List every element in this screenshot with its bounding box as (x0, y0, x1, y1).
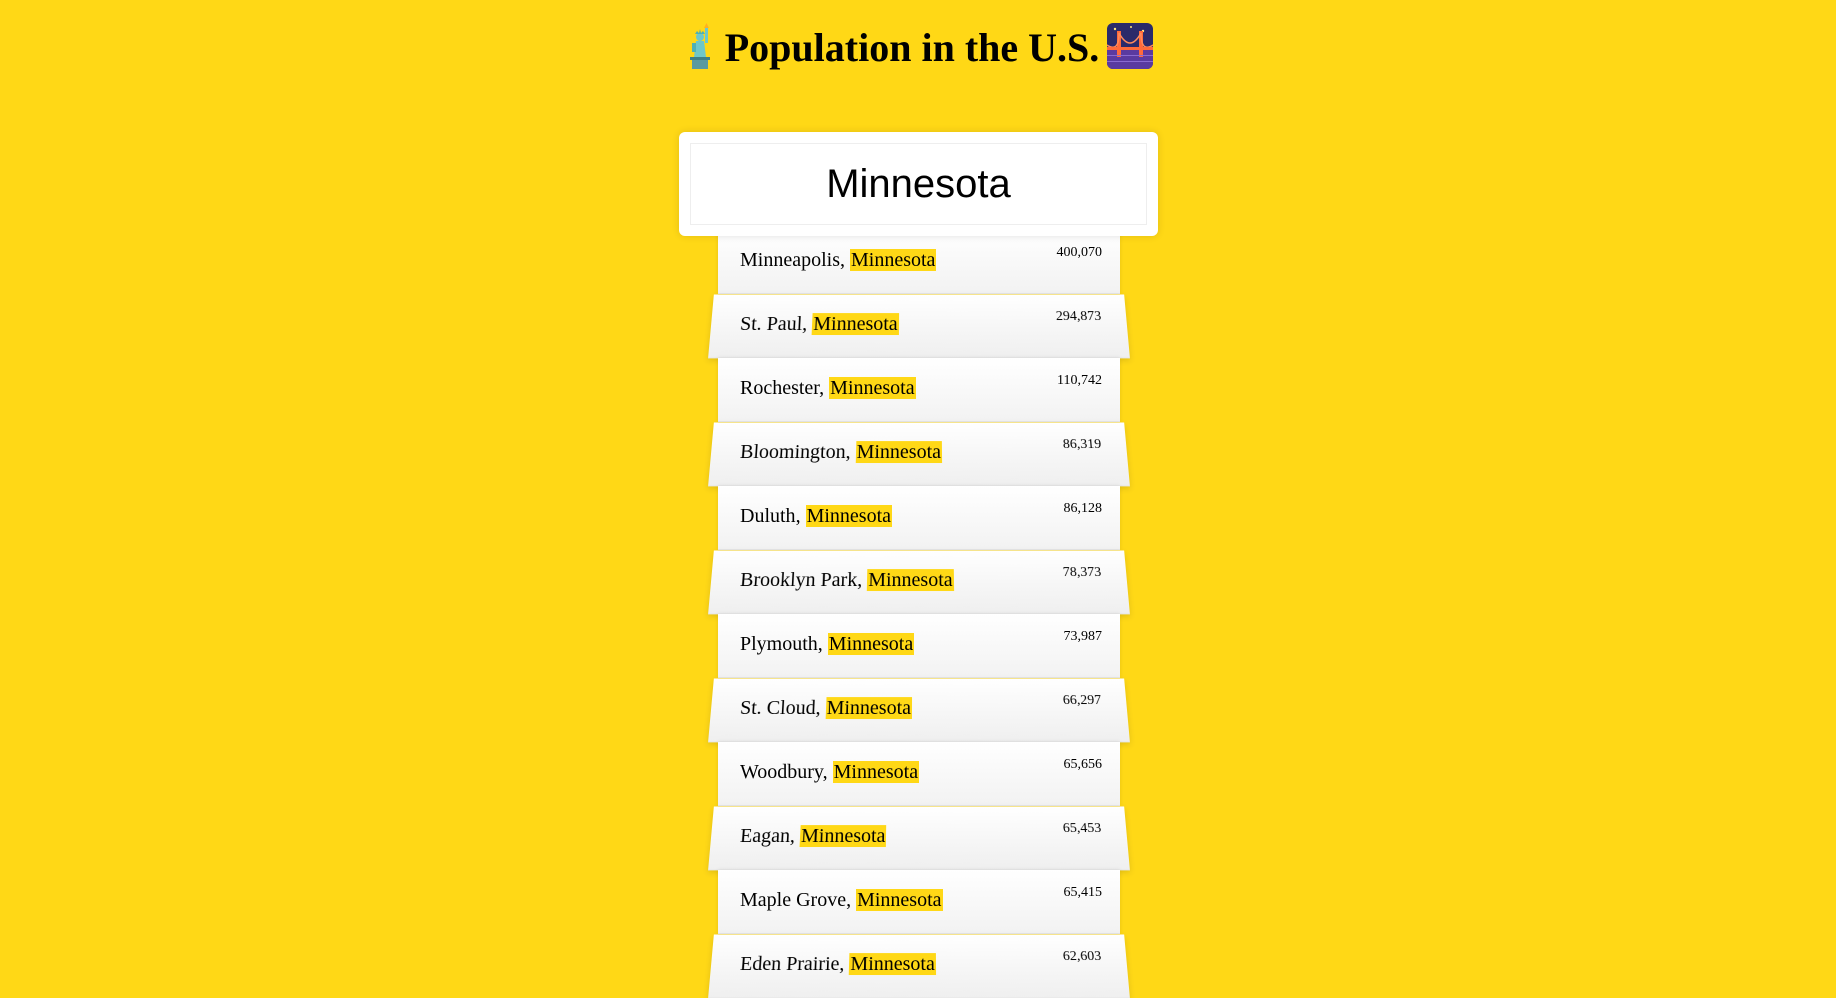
state-highlight: Minnesota (829, 377, 916, 399)
city-name: Eden Prairie (739, 953, 840, 976)
statue-of-liberty-icon (689, 23, 710, 69)
state-highlight: Minnesota (827, 633, 915, 655)
state-highlight: Minnesota (805, 505, 892, 527)
city-name: Woodbury (740, 761, 823, 783)
title-text: Population in the U.S. (724, 25, 1100, 70)
city-name: Bloomington (739, 441, 846, 464)
city-name: Brooklyn Park (739, 569, 858, 592)
population-value: 86,128 (1063, 501, 1103, 516)
population-value: 400,070 (1056, 245, 1103, 260)
city-state-label: Duluth, Minnesota (740, 505, 892, 527)
suggestion-item[interactable]: Rochester, Minnesota 110,742 (718, 358, 1120, 422)
city-state-label: Woodbury, Minnesota (740, 761, 920, 783)
suggestion-item[interactable]: Bloomington, Minnesota 86,319 (708, 422, 1130, 487)
city-state-label: Brooklyn Park, Minnesota (739, 569, 954, 592)
suggestion-item[interactable]: Duluth, Minnesota 86,128 (718, 486, 1120, 550)
population-value: 65,656 (1063, 757, 1103, 772)
state-highlight: Minnesota (849, 953, 936, 976)
population-value: 66,297 (1062, 693, 1102, 709)
state-highlight: Minnesota (856, 889, 943, 911)
suggestion-item[interactable]: Eden Prairie, Minnesota 62,603 (708, 934, 1130, 998)
city-state-label: Minneapolis, Minnesota (740, 249, 937, 271)
population-value: 294,873 (1055, 309, 1102, 325)
city-state-label: Maple Grove, Minnesota (740, 889, 943, 911)
state-highlight: Minnesota (850, 249, 937, 271)
city-state-label: Plymouth, Minnesota (740, 633, 915, 655)
population-value: 73,987 (1063, 629, 1103, 644)
suggestion-item[interactable]: Maple Grove, Minnesota 65,415 (718, 870, 1120, 934)
suggestion-item[interactable]: St. Paul, Minnesota 294,873 (708, 294, 1130, 359)
city-state-label: St. Cloud, Minnesota (739, 697, 913, 720)
state-highlight: Minnesota (867, 569, 954, 592)
suggestion-item[interactable]: Minneapolis, Minnesota 400,070 (718, 230, 1120, 294)
suggestion-item[interactable]: Eagan, Minnesota 65,453 (708, 806, 1130, 871)
population-value: 65,453 (1062, 821, 1102, 837)
search-box (679, 132, 1158, 236)
city-name: Rochester (740, 377, 820, 399)
population-value: 65,415 (1063, 885, 1103, 900)
city-state-label: Eden Prairie, Minnesota (739, 953, 936, 976)
bridge-at-night-icon (1107, 23, 1154, 69)
state-highlight: Minnesota (811, 313, 899, 336)
population-value: 86,319 (1062, 437, 1102, 453)
suggestion-item[interactable]: Woodbury, Minnesota 65,656 (718, 742, 1120, 806)
suggestion-item[interactable]: Brooklyn Park, Minnesota 78,373 (708, 550, 1130, 615)
city-name: Maple Grove (740, 889, 847, 911)
city-state-label: Rochester, Minnesota (740, 377, 916, 399)
city-name: Minneapolis (740, 249, 840, 271)
page-title: Population in the U.S. (0, 18, 1836, 78)
population-value: 78,373 (1062, 565, 1102, 581)
population-value: 62,603 (1062, 949, 1102, 965)
city-state-label: Bloomington, Minnesota (739, 441, 943, 464)
population-value: 110,742 (1057, 373, 1102, 388)
state-highlight: Minnesota (799, 825, 887, 848)
city-state-label: St. Paul, Minnesota (739, 313, 899, 336)
city-name: Eagan (739, 825, 791, 848)
city-name: Plymouth (740, 633, 818, 655)
suggestion-item[interactable]: St. Cloud, Minnesota 66,297 (708, 678, 1130, 743)
state-highlight: Minnesota (825, 697, 913, 720)
suggestion-item[interactable]: Plymouth, Minnesota 73,987 (718, 614, 1120, 678)
city-name: Duluth (740, 505, 796, 527)
city-name: St. Paul (739, 313, 803, 336)
city-name: St. Cloud (739, 697, 817, 720)
suggestions-list: Minneapolis, Minnesota 400,070 St. Paul, M… (708, 230, 1130, 998)
state-highlight: Minnesota (832, 761, 920, 783)
search-input[interactable] (690, 143, 1147, 225)
city-state-label: Eagan, Minnesota (739, 825, 887, 848)
state-highlight: Minnesota (855, 441, 943, 464)
